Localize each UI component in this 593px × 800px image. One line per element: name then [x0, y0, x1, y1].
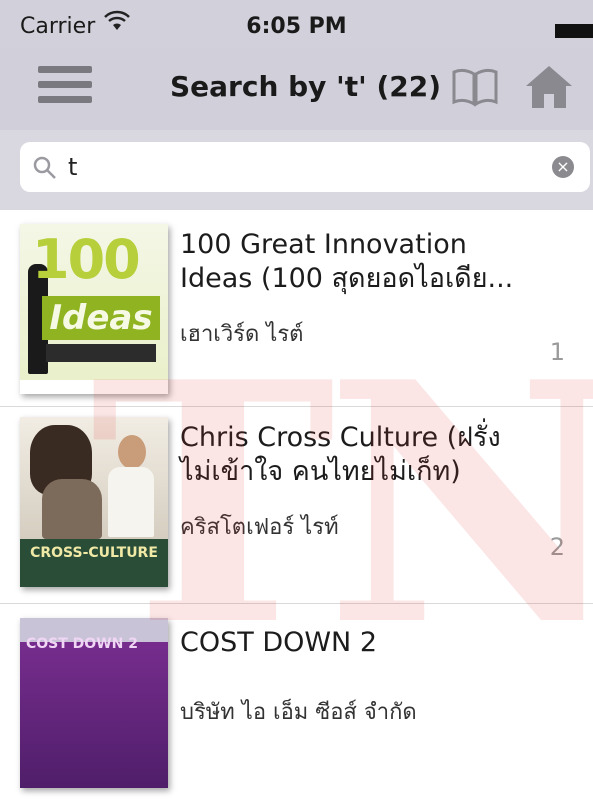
book-title: Chris Cross Culture (ฝรั่ง ไม่เข้าใจ คนไ…	[180, 422, 501, 487]
list-item[interactable]: COST DOWN 2 COST DOWN 2 บริษัท ไอ เอ็ม ซ…	[0, 604, 593, 800]
book-author: บริษัท ไอ เอ็ม ซีอส์ จำกัด	[180, 700, 417, 725]
nav-bar: Search by 't' (22)	[0, 48, 593, 130]
results-list: 100 Ideas 100 Great Innovation Ideas (10…	[0, 210, 593, 800]
list-item[interactable]: CROSS-CULTURE Chris Cross Culture (ฝรั่ง…	[0, 407, 593, 604]
status-bar: Carrier 6:05 PM	[0, 0, 593, 48]
clock-time: 6:05 PM	[246, 14, 347, 39]
book-cover: CROSS-CULTURE	[20, 417, 168, 587]
page-title: Search by 't' (22)	[170, 70, 442, 103]
search-input[interactable]	[68, 150, 528, 184]
search-icon	[32, 155, 58, 181]
book-cover: COST DOWN 2	[20, 618, 168, 788]
row-number: 1	[549, 338, 565, 366]
clear-icon[interactable]: ×	[552, 156, 574, 178]
book-title: 100 Great Innovation Ideas (100 สุดยอดไอ…	[180, 229, 514, 294]
book-title: COST DOWN 2	[180, 627, 378, 658]
book-author: คริสโตเฟอร์ ไรท์	[180, 515, 339, 540]
battery-icon	[555, 24, 593, 38]
home-icon[interactable]	[524, 62, 574, 112]
search-bar: ×	[0, 130, 593, 210]
row-number: 2	[549, 533, 565, 561]
list-item[interactable]: 100 Ideas 100 Great Innovation Ideas (10…	[0, 210, 593, 407]
book-cover: 100 Ideas	[20, 224, 168, 394]
book-icon[interactable]	[450, 66, 500, 110]
book-author: เฮาเวิร์ด ไรต์	[180, 322, 304, 347]
search-field[interactable]: ×	[20, 142, 590, 192]
menu-icon[interactable]	[38, 66, 92, 110]
